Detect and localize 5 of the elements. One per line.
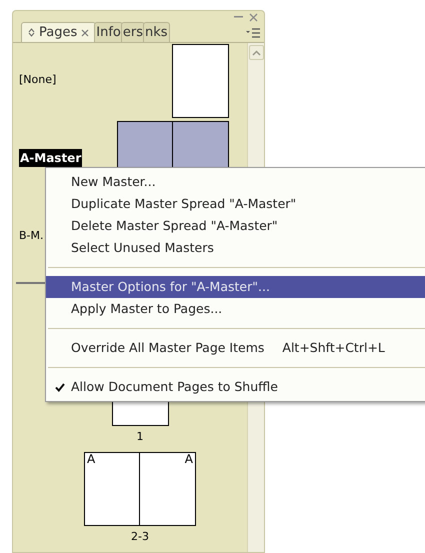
page-number: 2-3 — [131, 530, 149, 544]
master-prefix: A — [87, 453, 96, 465]
master-prefix: A — [184, 453, 193, 465]
page-number: 1 — [136, 430, 144, 444]
shortcut-text: Alt+Shft+Ctrl+L — [282, 338, 385, 357]
